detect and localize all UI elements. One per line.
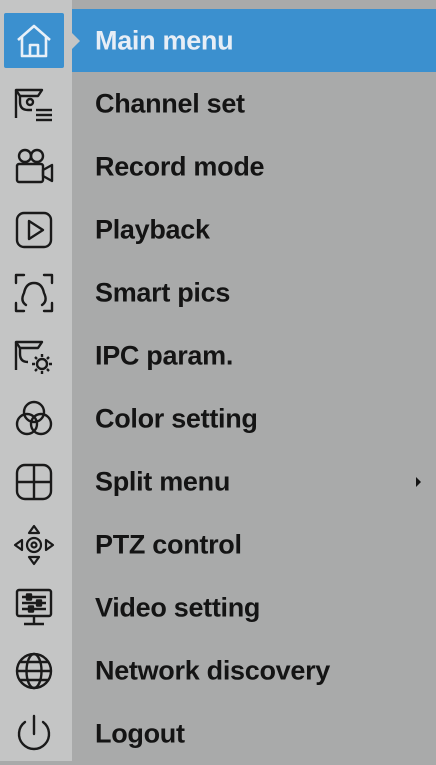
power-icon — [8, 708, 60, 760]
split-grid-icon — [8, 456, 60, 508]
color-circles-icon — [8, 393, 60, 445]
menu-item-label: Channel set — [95, 88, 245, 118]
monitor-sliders-icon — [8, 582, 60, 634]
menu-item-label: Main menu — [95, 25, 234, 55]
selection-pointer — [72, 32, 80, 49]
menu-item-record-mode[interactable]: Record mode — [0, 135, 436, 198]
menu-item-playback[interactable]: Playback — [0, 198, 436, 261]
menu-item-label: Color setting — [95, 403, 258, 433]
menu-item-label: Network discovery — [95, 655, 330, 685]
face-frame-icon — [8, 267, 60, 319]
menu-item-main-menu[interactable]: Main menu — [0, 9, 436, 72]
menu-item-ptz-control[interactable]: PTZ control — [0, 513, 436, 576]
menu-item-label: PTZ control — [95, 529, 242, 559]
menu-item-label: Logout — [95, 718, 185, 748]
camera-channel-icon — [8, 78, 60, 130]
menu-item-channel-set[interactable]: Channel set — [0, 72, 436, 135]
menu-item-smart-pics[interactable]: Smart pics — [0, 261, 436, 324]
menu-item-color-setting[interactable]: Color setting — [0, 387, 436, 450]
context-menu: Main menu Channel set Record mode Playba… — [0, 0, 436, 761]
menu-item-label: Record mode — [95, 151, 265, 181]
menu-item-video-setting[interactable]: Video setting — [0, 576, 436, 639]
home-icon — [8, 15, 60, 67]
menu-item-ipc-param[interactable]: IPC param. — [0, 324, 436, 387]
menu-item-label: IPC param. — [95, 340, 234, 370]
menu-item-network-discovery[interactable]: Network discovery — [0, 639, 436, 702]
menu-item-label: Split menu — [95, 466, 231, 496]
globe-icon — [8, 645, 60, 697]
menu-item-label: Playback — [95, 214, 210, 244]
camera-gear-icon — [8, 330, 60, 382]
submenu-arrow-icon — [416, 476, 421, 487]
menu-item-label: Smart pics — [95, 277, 231, 307]
menu-item-split-menu[interactable]: Split menu — [0, 450, 436, 513]
menu-item-logout[interactable]: Logout — [0, 702, 436, 765]
menu-item-label: Video setting — [95, 592, 261, 622]
ptz-arrows-icon — [8, 519, 60, 571]
video-camera-icon — [8, 141, 60, 193]
play-icon — [8, 204, 60, 256]
